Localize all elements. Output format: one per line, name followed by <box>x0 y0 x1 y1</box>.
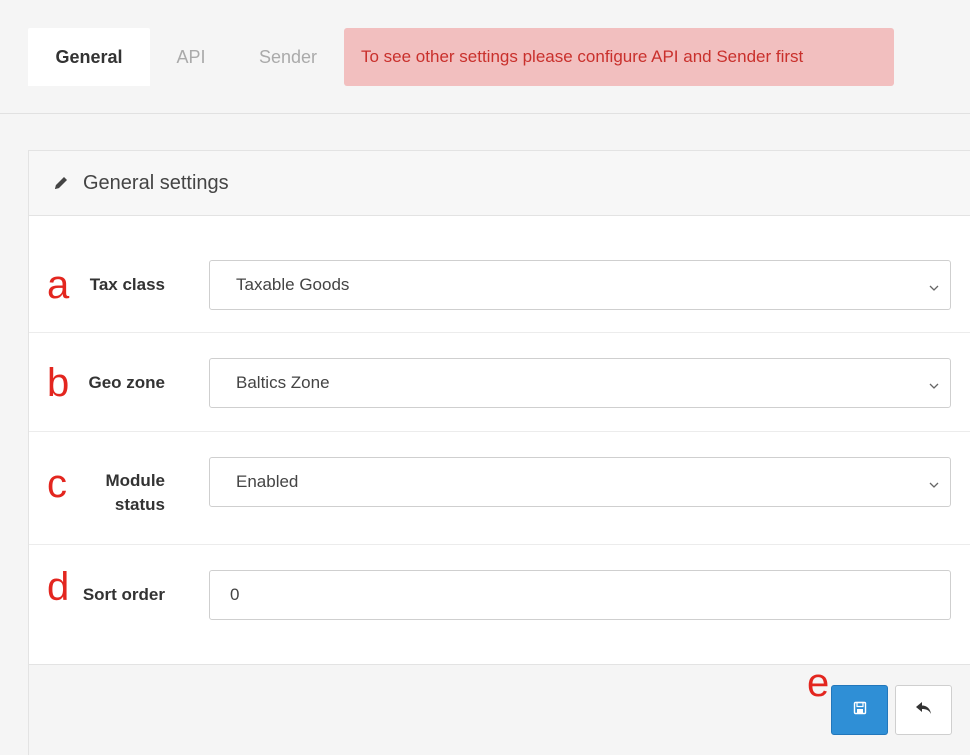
reply-arrow-icon <box>915 700 933 721</box>
annotation-marker-a: a <box>47 263 70 307</box>
chevron-down-icon <box>928 476 940 488</box>
chevron-down-icon <box>928 279 940 291</box>
tab-sender[interactable]: Sender <box>232 28 344 86</box>
module-status-row: c Module status Enabled <box>29 432 970 545</box>
panel-title: General settings <box>83 171 229 194</box>
save-button[interactable] <box>831 685 888 735</box>
tab-api[interactable]: API <box>150 28 232 86</box>
general-settings-panel: General settings a Tax class Taxable Goo… <box>28 150 970 755</box>
module-status-label-line1: Module <box>105 471 166 490</box>
tab-divider <box>0 113 970 114</box>
alert-text: To see other settings please configure A… <box>361 47 804 66</box>
sort-order-input[interactable]: 0 <box>209 570 951 620</box>
annotation-marker-b: b <box>47 361 70 405</box>
chevron-down-icon <box>928 377 940 389</box>
tax-class-select[interactable]: Taxable Goods <box>209 260 951 310</box>
annotation-marker-d: d <box>47 565 70 609</box>
module-status-label-line2: status <box>114 495 165 514</box>
tax-class-row: a Tax class Taxable Goods <box>29 215 970 333</box>
sort-order-label: Sort order <box>82 585 165 604</box>
panel-footer: e <box>29 661 970 755</box>
back-button[interactable] <box>895 685 952 735</box>
geo-zone-label: Geo zone <box>88 373 165 392</box>
geo-zone-row: b Geo zone Baltics Zone <box>29 333 970 432</box>
tax-class-label: Tax class <box>89 275 165 294</box>
module-status-select[interactable]: Enabled <box>209 457 951 507</box>
pencil-icon <box>51 173 71 193</box>
tab-general[interactable]: General <box>28 28 150 86</box>
sort-order-value: 0 <box>230 585 240 604</box>
sort-order-row: d Sort order 0 <box>29 545 970 664</box>
tab-bar: General API Sender <box>28 28 344 86</box>
settings-page: General API Sender To see other settings… <box>0 0 970 755</box>
annotation-marker-e: e <box>807 661 830 705</box>
module-status-label: Module status <box>106 469 166 517</box>
geo-zone-value: Baltics Zone <box>236 373 330 392</box>
annotation-marker-c: c <box>47 462 67 506</box>
floppy-disk-icon <box>853 701 867 720</box>
tax-class-value: Taxable Goods <box>236 275 350 294</box>
geo-zone-select[interactable]: Baltics Zone <box>209 358 951 408</box>
module-status-value: Enabled <box>236 472 299 491</box>
panel-heading: General settings <box>29 151 970 216</box>
config-warning-alert: To see other settings please configure A… <box>344 28 894 86</box>
